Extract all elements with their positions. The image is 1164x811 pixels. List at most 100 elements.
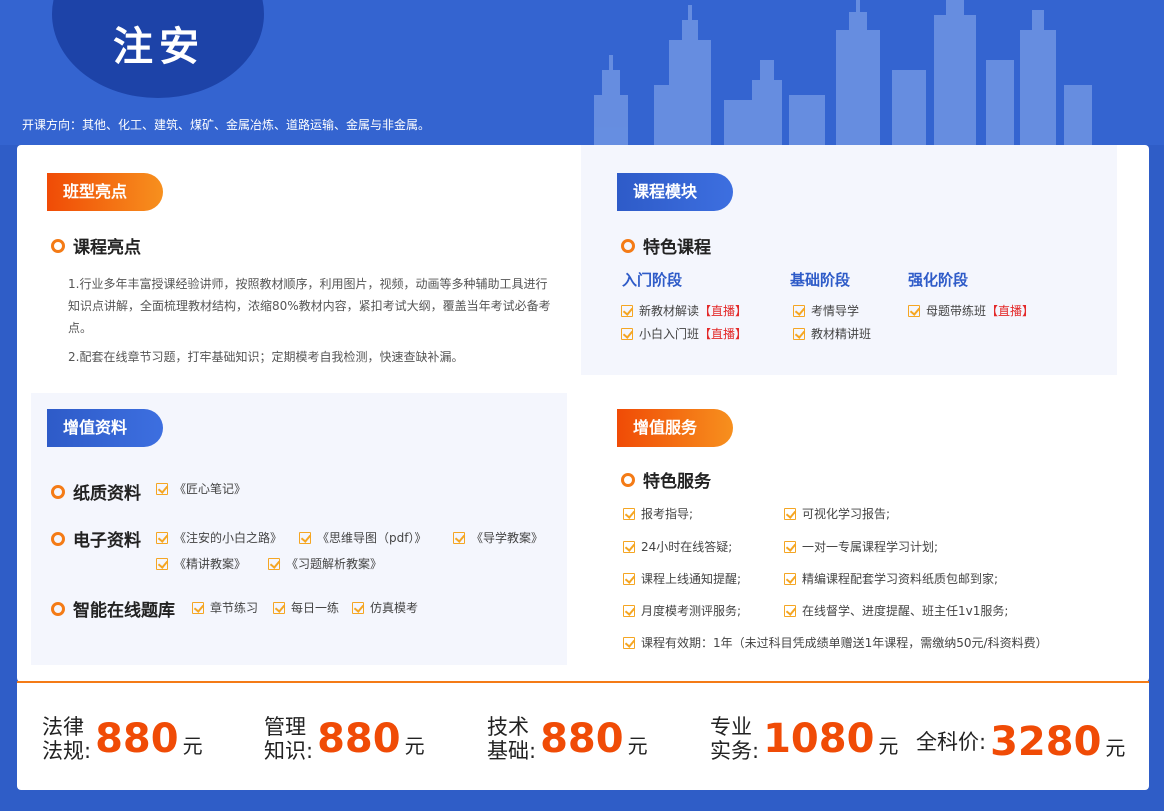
checkbox-icon (299, 531, 311, 544)
services-heading: 特色服务 (621, 467, 711, 492)
materials-pill: 增值资料 (47, 409, 163, 447)
modules-heading-text: 特色课程 (643, 238, 711, 258)
item-text: 在线督学、进度提醒、班主任1v1服务; (802, 604, 1009, 618)
price-label: 全科价: (916, 730, 987, 754)
price-practice: 专业 实务: 1080 元 (710, 715, 898, 763)
checkbox-icon (784, 507, 796, 520)
item-text: 月度模考测评服务; (641, 604, 742, 618)
checkbox-icon (156, 531, 168, 544)
modules-heading: 特色课程 (621, 233, 711, 258)
price-value: 1080 (763, 716, 875, 762)
header-banner: 注安 开课方向：其他、化工、建筑、煤矿、金属冶炼、道路运输、金属与非金属。 (0, 0, 1164, 145)
item-text: 章节练习 (210, 601, 259, 615)
price-label-line: 技术 (487, 715, 529, 739)
question-bank-item: 章节练习 (192, 599, 258, 616)
course-info-card: 班型亮点 课程亮点 1.行业多年丰富授课经验讲师，按照教材顺序，利用图片，视频，… (17, 145, 1149, 682)
service-item: 在线督学、进度提醒、班主任1v1服务; (784, 602, 1008, 619)
price-value: 880 (540, 716, 624, 762)
checkbox-icon (908, 304, 920, 317)
checkbox-icon (784, 540, 796, 553)
service-item: 课程上线通知提醒; (623, 570, 741, 587)
price-label-line: 基础 (487, 739, 529, 763)
live-tag: 【直播】 (699, 304, 748, 318)
item-text: 考情导学 (811, 304, 860, 318)
price-label-line: 知识 (264, 739, 306, 763)
item-text: 母题带练班 (926, 304, 987, 318)
course-direction: 开课方向：其他、化工、建筑、煤矿、金属冶炼、道路运输、金属与非金属。 (22, 118, 431, 132)
price-label: 管理 知识: (264, 715, 314, 763)
price-all-subjects: 全科价: 3280 元 (916, 719, 1125, 765)
price-label: 法律 法规: (42, 715, 92, 763)
highlights-paragraph-2: 2.配套在线章节习题，打牢基础知识；定期模考自我检测，快速查缺补漏。 (68, 350, 464, 364)
checkbox-icon (623, 604, 635, 617)
price-value: 880 (95, 716, 179, 762)
item-text: 每日一练 (291, 601, 340, 615)
course-validity: 课程有效期：1年（未过科目凭成绩单赠送1年课程，需缴纳50元/科资料费） (623, 634, 1048, 651)
item-text: 报考指导; (641, 507, 694, 521)
price-unit: 元 (182, 734, 203, 758)
highlights-paragraph-1: 1.行业多年丰富授课经验讲师，按照教材顺序，利用图片，视频，动画等多种辅助工具进… (68, 277, 551, 335)
price-law: 法律 法规: 880 元 (42, 715, 203, 763)
checkbox-icon (621, 304, 633, 317)
price-unit: 元 (627, 734, 648, 758)
digital-material-item: 《导学教案》 (453, 529, 543, 546)
checkbox-icon (623, 636, 635, 649)
paper-label: 纸质资料 (73, 484, 141, 504)
question-bank-item: 每日一练 (273, 599, 339, 616)
digital-material-item: 《思维导图（pdf）》 (299, 529, 426, 546)
digital-label: 电子资料 (73, 531, 141, 551)
stage-entry-title: 入门阶段 (622, 271, 683, 289)
paper-materials-heading: 纸质资料 (51, 479, 141, 504)
service-item: 一对一专属课程学习计划; (784, 538, 938, 555)
price-footer: 法律 法规: 880 元 管理 知识: 880 元 技术 基础: 880 元 专业 实务… (17, 681, 1149, 790)
price-unit: 元 (1105, 736, 1126, 760)
service-item: 可视化学习报告; (784, 505, 890, 522)
services-heading-text: 特色服务 (643, 472, 711, 492)
price-value: 3280 (990, 719, 1102, 765)
price-unit: 元 (878, 734, 899, 758)
highlights-heading-text: 课程亮点 (73, 238, 141, 258)
checkbox-icon (352, 601, 364, 614)
ring-icon (51, 601, 65, 616)
stage-basic-item: 考情导学 (793, 302, 859, 319)
item-text: 《思维导图（pdf）》 (317, 531, 427, 545)
price-label: 专业 实务: (710, 715, 760, 763)
checkbox-icon (621, 327, 633, 340)
stage-advanced-item: 母题带练班 【直播】 (908, 302, 1034, 319)
bank-label: 智能在线题库 (73, 601, 175, 621)
stage-basic-title: 基础阶段 (790, 271, 851, 289)
question-bank-item: 仿真模考 (352, 599, 418, 616)
item-text: 《注安的小白之路》 (174, 531, 283, 545)
checkbox-icon (192, 601, 204, 614)
stage-basic-item: 教材精讲班 (793, 325, 871, 342)
stage-entry-item: 新教材解读 【直播】 (621, 302, 747, 319)
checkbox-icon (273, 601, 285, 614)
price-label-line: 专业 (710, 715, 752, 739)
item-text: 课程上线通知提醒; (641, 572, 742, 586)
stage-advanced-title: 强化阶段 (908, 271, 969, 289)
checkbox-icon (623, 507, 635, 520)
service-item: 报考指导; (623, 505, 693, 522)
price-label-line: 管理 (264, 715, 306, 739)
checkbox-icon (156, 557, 168, 570)
paper-material-item: 《匠心笔记》 (156, 480, 246, 497)
service-item: 精编课程配套学习资料纸质包邮到家; (784, 570, 998, 587)
city-skyline-illustration (594, 0, 1092, 145)
price-label-line: 实务 (710, 739, 752, 763)
question-bank-heading: 智能在线题库 (51, 596, 175, 621)
digital-materials-heading: 电子资料 (51, 526, 141, 551)
price-technology: 技术 基础: 880 元 (487, 715, 648, 763)
checkbox-icon (793, 304, 805, 317)
item-text: 《匠心笔记》 (174, 482, 247, 496)
price-management: 管理 知识: 880 元 (264, 715, 425, 763)
ring-icon (621, 472, 635, 487)
ring-icon (51, 531, 65, 546)
item-text: 小白入门班 (639, 327, 700, 341)
item-text: 新教材解读 (639, 304, 700, 318)
ring-icon (621, 238, 635, 253)
checkbox-icon (156, 482, 168, 495)
price-label: 技术 基础: (487, 715, 537, 763)
item-text: 教材精讲班 (811, 327, 872, 341)
checkbox-icon (793, 327, 805, 340)
price-label-line: 法律 (42, 715, 84, 739)
